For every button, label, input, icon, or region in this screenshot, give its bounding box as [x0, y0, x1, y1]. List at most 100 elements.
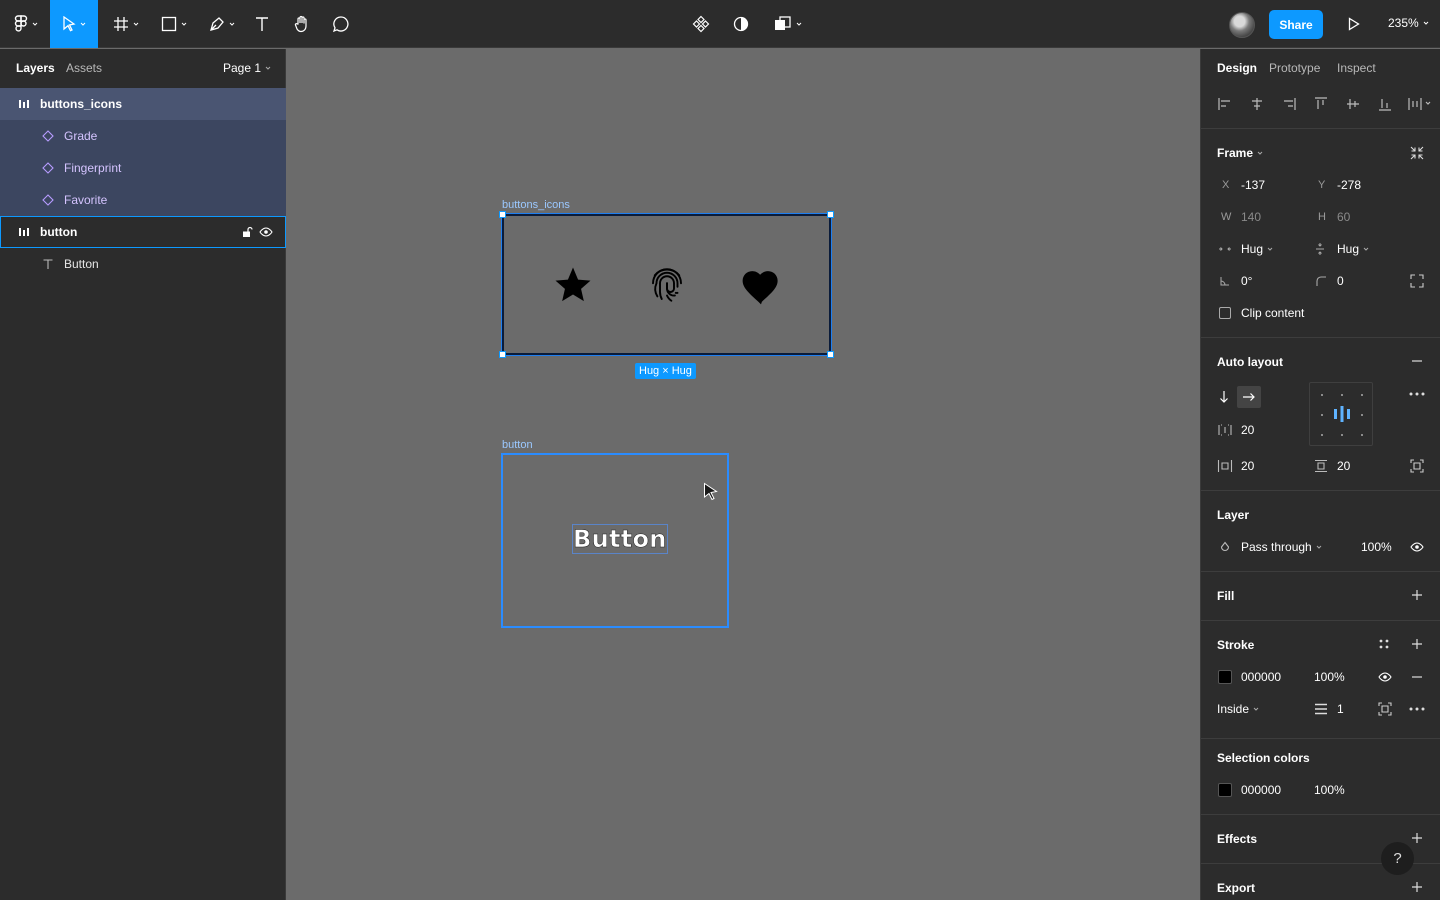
layer-row-buttons-icons[interactable]: buttons_icons: [0, 88, 286, 120]
align-bottom-icon[interactable]: [1377, 96, 1393, 112]
individual-strokes-icon[interactable]: [1378, 702, 1392, 716]
comment-tool[interactable]: [328, 0, 354, 48]
align-left-icon[interactable]: [1217, 96, 1233, 112]
align-vertical-center-icon[interactable]: [1345, 96, 1361, 112]
frame-label-buttons-icons[interactable]: buttons_icons: [502, 199, 570, 211]
stroke-color-swatch[interactable]: [1218, 670, 1232, 684]
main-menu-button[interactable]: [8, 0, 44, 48]
tab-layers[interactable]: Layers: [16, 61, 55, 75]
vertical-padding-input[interactable]: 20: [1337, 459, 1350, 473]
eye-icon[interactable]: [259, 226, 273, 238]
minus-icon[interactable]: [1410, 354, 1424, 368]
vertical-resizing-dropdown[interactable]: Hug: [1337, 242, 1369, 256]
style-grid-icon[interactable]: [1378, 638, 1390, 650]
text-tool[interactable]: [250, 0, 274, 48]
plus-icon[interactable]: [1410, 637, 1424, 651]
tab-assets[interactable]: Assets: [66, 61, 102, 75]
x-input[interactable]: -137: [1241, 178, 1265, 192]
tab-prototype[interactable]: Prototype: [1269, 61, 1320, 75]
layer-row-button-frame[interactable]: button: [0, 216, 286, 248]
stroke-hex-input[interactable]: 000000: [1241, 670, 1281, 684]
selection-color-hex[interactable]: 000000: [1241, 783, 1281, 797]
clip-content-checkbox[interactable]: [1219, 307, 1231, 319]
size-badge: Hug × Hug: [635, 363, 696, 379]
y-input[interactable]: -278: [1337, 178, 1361, 192]
align-horizontal-center-icon[interactable]: [1249, 96, 1265, 112]
resize-handle[interactable]: [827, 211, 834, 218]
top-toolbar: Share 235%: [0, 0, 1440, 48]
canvas[interactable]: [287, 49, 1200, 900]
frame-label-button[interactable]: button: [502, 439, 533, 451]
plus-icon[interactable]: [1410, 588, 1424, 602]
align-top-icon[interactable]: [1313, 96, 1329, 112]
heart-icon[interactable]: [740, 266, 782, 306]
w-input[interactable]: 140: [1241, 210, 1261, 224]
resize-handle[interactable]: [827, 351, 834, 358]
selection-color-swatch[interactable]: [1218, 783, 1232, 797]
horizontal-padding-input[interactable]: 20: [1241, 459, 1254, 473]
horizontal-resizing-dropdown[interactable]: Hug: [1241, 242, 1273, 256]
share-button[interactable]: Share: [1269, 10, 1323, 39]
auto-layout-title: Auto layout: [1217, 355, 1283, 369]
zoom-dropdown[interactable]: 235%: [1388, 16, 1429, 30]
star-icon[interactable]: [552, 264, 594, 306]
cursor-arrow-icon: [63, 16, 76, 32]
pen-tool[interactable]: [202, 0, 242, 48]
minus-icon[interactable]: [1410, 670, 1424, 684]
contrast-button[interactable]: [728, 0, 754, 48]
direction-horizontal-button[interactable]: [1237, 386, 1261, 408]
layer-row-grade[interactable]: Grade: [0, 120, 286, 152]
boolean-ops-button[interactable]: [768, 0, 808, 48]
h-input[interactable]: 60: [1337, 210, 1350, 224]
help-button[interactable]: ?: [1381, 842, 1414, 875]
more-options-icon[interactable]: [1408, 391, 1426, 397]
distribute-icon[interactable]: [1407, 96, 1431, 112]
layer-row-favorite[interactable]: Favorite: [0, 184, 286, 216]
page-selector[interactable]: Page 1: [223, 61, 271, 75]
selection-color-opacity[interactable]: 100%: [1314, 783, 1345, 797]
hand-tool[interactable]: [288, 0, 316, 48]
present-button[interactable]: [1342, 0, 1366, 48]
corner-radius-input[interactable]: 0: [1337, 274, 1344, 288]
arrow-down-icon[interactable]: [1218, 390, 1230, 404]
rotation-input[interactable]: 0°: [1241, 274, 1252, 288]
fingerprint-icon[interactable]: [646, 264, 688, 306]
shape-tool[interactable]: [154, 0, 194, 48]
item-spacing-input[interactable]: 20: [1241, 423, 1254, 437]
eye-icon[interactable]: [1378, 671, 1392, 683]
frame-type-dropdown[interactable]: Frame: [1217, 146, 1263, 160]
tab-design[interactable]: Design: [1217, 61, 1257, 75]
align-right-icon[interactable]: [1281, 96, 1297, 112]
resize-handle[interactable]: [499, 211, 506, 218]
blend-mode-dropdown[interactable]: Pass through: [1241, 540, 1322, 554]
stroke-section-title: Stroke: [1217, 638, 1255, 652]
chevron-down-icon: [32, 22, 38, 26]
individual-padding-icon[interactable]: [1410, 459, 1424, 473]
plus-icon[interactable]: [1410, 831, 1424, 845]
frame-tool[interactable]: [106, 0, 146, 48]
move-tool[interactable]: [50, 0, 98, 48]
resize-handle[interactable]: [499, 351, 506, 358]
alignment-grid[interactable]: [1309, 382, 1373, 446]
stroke-weight-input[interactable]: 1: [1337, 702, 1344, 716]
unlock-icon[interactable]: [241, 226, 253, 238]
layer-row-fingerprint[interactable]: Fingerprint: [0, 152, 286, 184]
frame-section-title: Frame: [1217, 146, 1254, 160]
eye-icon[interactable]: [1410, 541, 1424, 553]
stroke-position-dropdown[interactable]: Inside: [1217, 702, 1259, 716]
button-text-layer[interactable]: Button: [572, 524, 668, 554]
avatar[interactable]: [1229, 12, 1255, 38]
stroke-opacity-input[interactable]: 100%: [1314, 670, 1345, 684]
frame-buttons-icons[interactable]: [501, 213, 832, 356]
more-options-icon[interactable]: [1408, 706, 1426, 712]
layer-row-button-text[interactable]: Button: [0, 248, 286, 280]
layer-opacity-input[interactable]: 100%: [1361, 540, 1392, 554]
collapse-arrows-icon[interactable]: [1409, 145, 1425, 161]
independent-corners-icon[interactable]: [1410, 274, 1424, 288]
components-button[interactable]: [688, 0, 714, 48]
chevron-down-icon: [265, 66, 271, 70]
plus-icon[interactable]: [1410, 880, 1424, 894]
tab-inspect[interactable]: Inspect: [1337, 61, 1376, 75]
frame-hash-icon: [114, 17, 128, 31]
stroke-position-value: Inside: [1217, 702, 1250, 716]
